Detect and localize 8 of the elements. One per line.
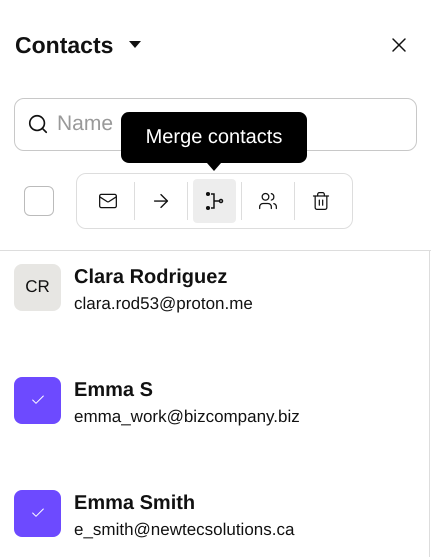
contact-email: emma_work@bizcompany.biz <box>74 406 300 428</box>
panel-title: Contacts <box>15 31 114 60</box>
contact-email: clara.rod53@proton.me <box>74 292 253 314</box>
tooltip: Merge contacts <box>121 112 307 170</box>
contact-name: Emma S <box>74 378 154 402</box>
contact-email: e_smith@newtecsolutions.ca <box>74 518 294 540</box>
contact-name: Emma Smith <box>74 490 196 516</box>
contact-name: Clara Rodriguez <box>74 264 228 290</box>
